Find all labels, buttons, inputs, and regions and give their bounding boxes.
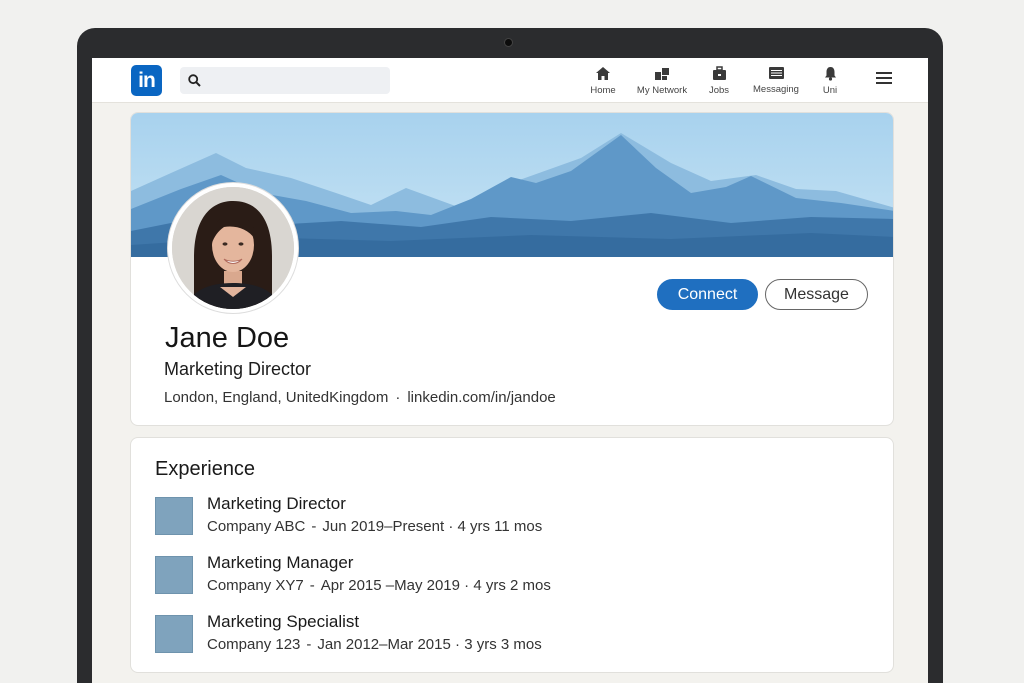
- nav-home-label: Home: [590, 85, 616, 96]
- top-nav: in Home My Network Jobs Messaging Uni: [92, 58, 928, 103]
- experience-item[interactable]: Marketing Specialist Company 123- Jan 201…: [155, 612, 855, 657]
- company-logo: [155, 615, 193, 653]
- profile-name: Jane Doe: [165, 322, 290, 354]
- experience-item[interactable]: Marketing Manager Company XY7- Apr 2015 –…: [155, 553, 855, 598]
- experience-role: Marketing Specialist: [207, 612, 360, 631]
- company-logo: [155, 497, 193, 535]
- experience-company: Company XY7: [207, 577, 304, 594]
- profile-url-link[interactable]: linkedin.com/in/jandoe: [407, 389, 555, 406]
- experience-duration: 4 yrs 11 mos: [457, 518, 543, 535]
- experience-duration: 4 yrs 2 mos: [473, 577, 551, 594]
- experience-role: Marketing Director: [207, 494, 346, 513]
- messaging-icon: [768, 67, 784, 79]
- experience-details: Company 123- Jan 2012–Mar 2015 · 3 yrs 3 …: [207, 636, 542, 653]
- experience-company: Company ABC: [207, 518, 306, 535]
- hamburger-icon[interactable]: [876, 72, 892, 84]
- experience-dates: Jun 2019–Present: [322, 518, 445, 535]
- profile-location: London, England, UnitedKingdom: [164, 389, 389, 406]
- experience-role: Marketing Manager: [207, 553, 354, 572]
- profile-card: Connect Message Jane Doe Marketing Direc…: [130, 112, 894, 426]
- profile-headline: Marketing Director: [164, 359, 312, 379]
- experience-details: Company ABC - Jun 2019–Present · 4 yrs 11 …: [207, 518, 543, 535]
- profile-avatar[interactable]: [168, 183, 298, 313]
- home-icon: [596, 67, 610, 80]
- experience-card: Experience Marketing Director Company AB…: [130, 437, 894, 673]
- nav-messaging-label: Messaging: [753, 84, 799, 95]
- experience-dates: Apr 2015 –May 2019: [320, 577, 460, 594]
- network-icon: [654, 68, 669, 80]
- profile-meta: London, England, UnitedKingdom · linkedin.…: [164, 389, 556, 406]
- meta-separator: ·: [395, 389, 401, 406]
- webcam: [504, 38, 513, 47]
- nav-my-network[interactable]: My Network: [630, 66, 694, 96]
- message-button[interactable]: Message: [765, 279, 868, 310]
- experience-company: Company 123: [207, 636, 301, 653]
- experience-dash: -: [306, 636, 312, 653]
- nav-my-network-label: My Network: [636, 85, 688, 96]
- nav-uni-label: Uni: [822, 85, 838, 96]
- experience-item[interactable]: Marketing Director Company ABC - Jun 2019–…: [155, 494, 855, 539]
- profile-photo: [172, 187, 294, 309]
- screen: in Home My Network Jobs Messaging Uni Co…: [92, 58, 928, 683]
- nav-home[interactable]: Home: [571, 66, 635, 96]
- laptop-frame: in Home My Network Jobs Messaging Uni Co…: [77, 28, 943, 683]
- nav-jobs-label: Jobs: [708, 85, 730, 96]
- experience-dash: -: [309, 577, 315, 594]
- nav-uni[interactable]: Uni: [798, 66, 862, 96]
- briefcase-icon: [712, 66, 726, 80]
- bell-icon: [824, 67, 836, 81]
- experience-dates: Jan 2012–Mar 2015: [317, 636, 451, 653]
- experience-heading: Experience: [155, 458, 256, 480]
- experience-details: Company XY7- Apr 2015 –May 2019 · 4 yrs 2…: [207, 577, 551, 594]
- search-icon: [188, 74, 201, 87]
- search-input[interactable]: [180, 67, 390, 94]
- connect-button[interactable]: Connect: [657, 279, 758, 310]
- experience-duration: 3 yrs 3 mos: [464, 636, 542, 653]
- company-logo: [155, 556, 193, 594]
- nav-jobs[interactable]: Jobs: [687, 66, 751, 96]
- experience-dash: -: [311, 518, 317, 535]
- linkedin-logo[interactable]: in: [131, 65, 162, 96]
